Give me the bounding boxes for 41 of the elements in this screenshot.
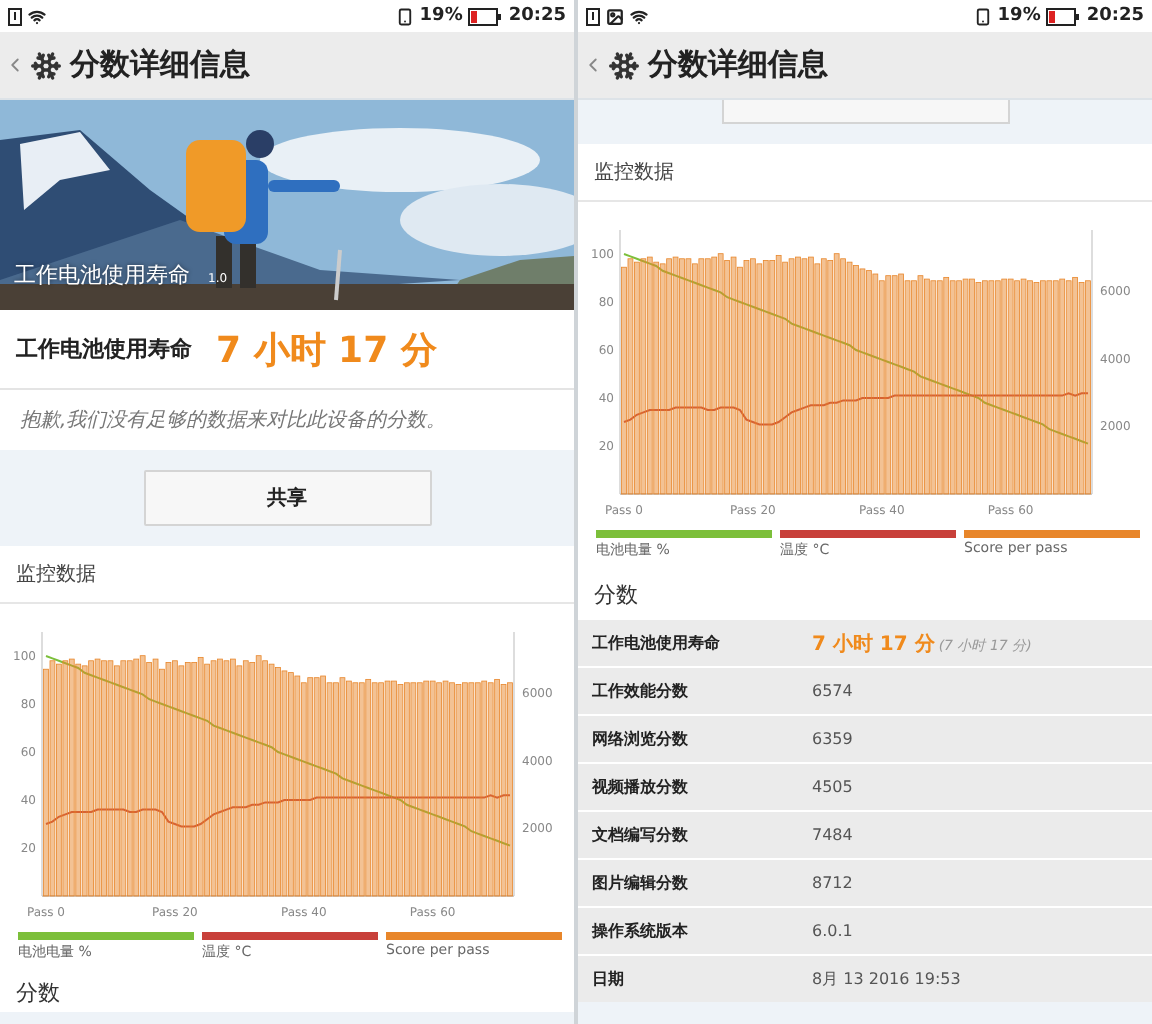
card-title: 监控数据	[594, 160, 674, 186]
battery-percent: 19%	[997, 6, 1041, 26]
row-label: 工作电池使用寿命	[592, 632, 722, 654]
clock: 20:25	[1086, 6, 1144, 26]
row-label: 网络浏览分数	[592, 728, 690, 750]
phone-icon	[973, 7, 992, 25]
result-value: 7 小时 17 分	[216, 327, 437, 373]
wifi-icon	[630, 7, 648, 25]
snowflake-icon	[30, 49, 62, 81]
card-title: 监控数据	[16, 562, 96, 588]
row-label: 图片编辑分数	[592, 872, 690, 894]
section-heading: 分数	[594, 580, 638, 610]
row-label: 视频播放分数	[592, 776, 690, 798]
phone-icon	[395, 7, 414, 25]
row-value: 7484	[812, 826, 853, 844]
row-value: 6359	[812, 730, 853, 748]
row-value: 8月 13 2016 19:53	[812, 968, 961, 990]
battery-icon	[1046, 7, 1081, 25]
battery-saver-icon	[586, 7, 600, 25]
row-label: 操作系统版本	[592, 920, 690, 942]
row-value: 7 小时 17 分	[812, 631, 935, 657]
snowflake-icon	[608, 49, 640, 81]
battery-saver-icon	[8, 7, 22, 25]
notice-text: 抱歉,我们没有足够的数据来对比此设备的分数。	[0, 390, 574, 450]
row-label: 工作效能分数	[592, 680, 690, 702]
clock: 20:25	[508, 6, 566, 26]
wifi-icon	[28, 7, 46, 25]
share-button[interactable]: 共享	[143, 470, 431, 526]
battery-percent: 19%	[419, 6, 463, 26]
banner-title: 工作电池使用寿命	[14, 260, 190, 290]
window-title: 分数详细信息	[648, 46, 828, 84]
row-value: 8712	[812, 874, 853, 892]
row-value: 4505	[812, 778, 853, 796]
section-heading: 分数	[16, 977, 60, 1007]
battery-icon	[468, 7, 503, 25]
row-label: 日期	[592, 968, 626, 990]
result-label: 工作电池使用寿命	[16, 334, 192, 364]
row-label: 文档编写分数	[592, 824, 690, 846]
row-value: 6.0.1	[812, 922, 853, 940]
window-title: 分数详细信息	[70, 46, 250, 84]
row-value: 6574	[812, 682, 853, 700]
